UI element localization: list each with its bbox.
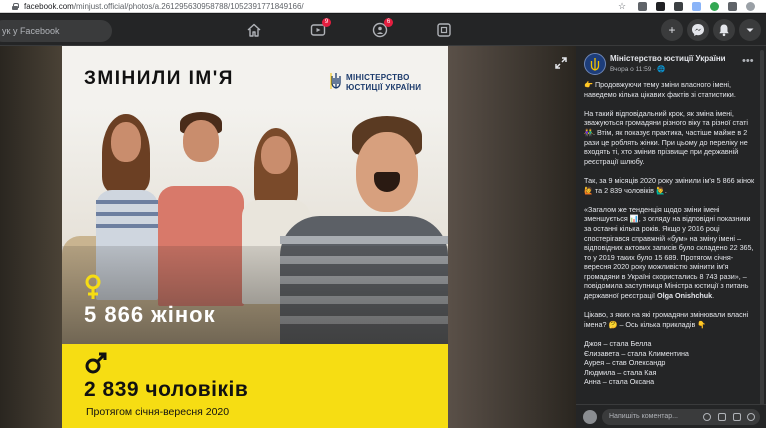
gif-icon[interactable] <box>733 413 741 421</box>
profile-avatar-icon[interactable] <box>746 2 755 11</box>
post-details-panel: Міністерство юстиції України Вчора о 11:… <box>576 46 766 428</box>
post-paragraph: Цікаво, з яких на які громадяни змінювал… <box>584 310 749 329</box>
extension-icon[interactable] <box>692 2 701 11</box>
men-count-label: 2 839 чоловіків <box>84 378 249 401</box>
comment-bar: Напишіть коментар... <box>576 404 766 428</box>
list-item: Джоя – стала Белла <box>584 339 652 349</box>
comment-input[interactable]: Напишіть коментар... <box>602 409 760 425</box>
page-avatar[interactable] <box>584 53 606 75</box>
extension-icon[interactable] <box>638 2 647 11</box>
lock-icon <box>12 2 19 10</box>
notifications-bell-icon[interactable] <box>713 19 735 41</box>
post-paragraph: 👉 Продовжуючи тему зміни власного імені,… <box>584 80 736 99</box>
emoji-icon[interactable] <box>703 413 711 421</box>
user-avatar <box>583 410 597 424</box>
name-examples-list: Джоя – стала Белла Єлизавета – стала Кли… <box>584 339 756 387</box>
ministry-logo: МІНІСТЕРСТВО ЮСТИЦІЇ УКРАЇНИ <box>330 70 434 96</box>
account-menu-chevron-icon[interactable] <box>739 19 761 41</box>
extension-icon[interactable] <box>710 2 719 11</box>
groups-badge: 6 <box>384 18 393 27</box>
watch-icon[interactable]: 9 <box>310 18 331 38</box>
trident-icon <box>330 73 341 89</box>
more-options-icon[interactable]: ••• <box>742 55 754 67</box>
page-name-link[interactable]: Міністерство юстиції України <box>610 54 726 63</box>
browser-address-bar[interactable]: facebook.com/minjust.official/photos/a.2… <box>0 0 766 13</box>
post-timestamp[interactable]: Вчора о 11:59 · 🌐 <box>610 65 665 73</box>
extension-icon[interactable] <box>674 2 683 11</box>
photo-viewer: ЗМІНИЛИ ІМ'Я МІНІСТЕРСТВО ЮСТИЦІЇ УКРАЇН… <box>0 46 576 428</box>
gaming-icon[interactable] <box>436 22 452 38</box>
url-text[interactable]: facebook.com/minjust.official/photos/a.2… <box>24 2 304 11</box>
facebook-top-bar: ук у Facebook 9 6 + <box>0 14 766 46</box>
messenger-icon[interactable] <box>687 19 709 41</box>
list-item: Аурея – став Олександр <box>584 358 666 368</box>
period-label: Протягом січня-вересня 2020 <box>86 406 230 418</box>
groups-icon[interactable]: 6 <box>372 18 393 38</box>
post-paragraph: На такий відповідальний крок, як зміна і… <box>584 108 749 166</box>
list-item: Єлизавета – стала Климентина <box>584 348 689 358</box>
watch-badge: 9 <box>322 18 331 27</box>
create-plus-button[interactable]: + <box>661 19 683 41</box>
post-text: 👉 Продовжуючи тему зміни власного імені,… <box>584 80 756 402</box>
male-symbol-icon <box>85 352 107 374</box>
home-icon[interactable] <box>246 22 262 38</box>
blurred-backdrop-right <box>448 46 576 428</box>
expand-fullscreen-icon[interactable] <box>554 56 568 70</box>
list-item: Анна – стала Оксана <box>584 377 655 387</box>
camera-icon[interactable] <box>718 413 726 421</box>
women-count-label: 5 866 жінок <box>84 302 216 327</box>
sticker-icon[interactable] <box>747 413 755 421</box>
panel-scrollbar[interactable] <box>760 50 764 420</box>
photo-title: ЗМІНИЛИ ІМ'Я <box>84 68 234 89</box>
extension-icon[interactable] <box>656 2 665 11</box>
puzzle-icon[interactable] <box>728 2 737 11</box>
blurred-backdrop-left <box>0 46 62 428</box>
list-item: Людмила – стала Кая <box>584 367 657 377</box>
bookmark-star-icon[interactable]: ☆ <box>618 2 626 11</box>
photo-shade <box>62 246 448 344</box>
search-input[interactable]: ук у Facebook <box>0 20 112 42</box>
post-photo[interactable]: ЗМІНИЛИ ІМ'Я МІНІСТЕРСТВО ЮСТИЦІЇ УКРАЇН… <box>62 46 448 428</box>
post-paragraph: «Загалом же тенденція щодо зміни імені з… <box>584 204 754 301</box>
mention-link[interactable]: Olga Onishchuk <box>657 291 712 300</box>
female-symbol-icon <box>85 274 101 299</box>
post-paragraph: Так, за 9 місяців 2020 року змінили ім'я… <box>584 175 755 195</box>
